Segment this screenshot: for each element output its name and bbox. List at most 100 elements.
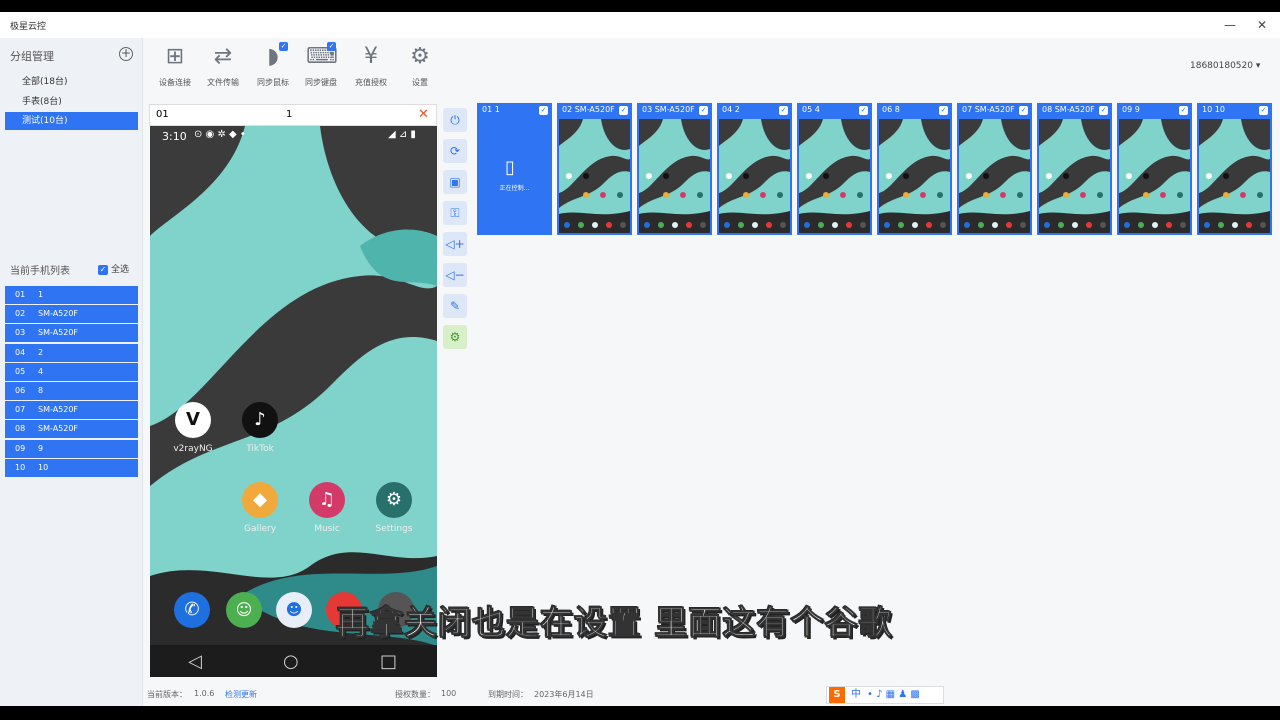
volume-down-button[interactable]: ◁− bbox=[443, 263, 467, 287]
phone-icon: ▯ bbox=[505, 157, 515, 178]
thumbnail-label: 05 4 bbox=[802, 105, 820, 114]
checkbox-icon: ✓ bbox=[98, 264, 108, 275]
device-list-row[interactable]: 02 SM-A520F bbox=[5, 305, 138, 324]
toolbar-button-1[interactable]: ⊞ 设备连接 bbox=[150, 42, 200, 88]
toolbar-button-3[interactable]: ◗ ✓ 同步鼠标 bbox=[248, 42, 298, 88]
device-name: SM-A520F bbox=[38, 309, 79, 319]
status-time: 3:10 bbox=[162, 130, 187, 143]
ime-language[interactable]: 中 bbox=[851, 687, 861, 703]
toolbar-label: 同步鼠标 bbox=[257, 78, 289, 87]
device-list-row[interactable]: 05 4 bbox=[5, 362, 138, 381]
edit-button[interactable]: ✎ bbox=[443, 294, 467, 318]
status-icons: ⊙ ◉ ✲ ◆ • bbox=[194, 129, 246, 140]
thumbnail-checkbox[interactable]: ✓ bbox=[939, 106, 948, 115]
contacts-dock-icon[interactable]: ☻ bbox=[276, 592, 312, 628]
minimize-button[interactable]: — bbox=[1219, 15, 1241, 35]
thumbnail-checkbox[interactable]: ✓ bbox=[1179, 106, 1188, 115]
back-icon[interactable]: ◁ bbox=[188, 651, 202, 672]
volume-up-button[interactable]: ◁+ bbox=[443, 232, 467, 256]
thumbnail-screen bbox=[959, 119, 1030, 233]
recents-icon[interactable]: □ bbox=[380, 651, 397, 672]
toolbar-button-2[interactable]: ⇄ 文件传输 bbox=[198, 42, 248, 88]
device-thumbnail[interactable]: 07 SM-A520F ✓ bbox=[957, 103, 1032, 235]
device-list-row[interactable]: 10 10 bbox=[5, 458, 138, 477]
device-list-row[interactable]: 03 SM-A520F bbox=[5, 324, 138, 343]
status-bar: 当前版本： 1.0.6 检测更新 授权数量： 100 到期时间： 2023年6月… bbox=[145, 684, 1280, 706]
device-name: SM-A520F bbox=[38, 405, 79, 415]
rotate-button[interactable]: ⟳ bbox=[443, 139, 467, 163]
toolbar-button-5[interactable]: ¥ 充值授权 bbox=[346, 42, 396, 88]
v2rayng-icon: V bbox=[175, 402, 211, 438]
sogou-logo-icon: S bbox=[829, 687, 845, 703]
tiktok-icon: ♪ bbox=[242, 402, 278, 438]
thumbnail-label: 02 SM-A520F bbox=[562, 105, 615, 114]
device-list-row[interactable]: 01 1 bbox=[5, 286, 138, 304]
toolbar-button-6[interactable]: ⚙ 设置 bbox=[395, 42, 445, 88]
thumbnail-checkbox[interactable]: ✓ bbox=[1259, 106, 1268, 115]
phone-screen[interactable]: 3:10 ⊙ ◉ ✲ ◆ • ◢ ⊿ ▮ V v2rayNG ♪ TikTok … bbox=[150, 126, 437, 677]
app-v2rayng[interactable]: V v2rayNG bbox=[163, 402, 223, 454]
thumbnail-screen bbox=[639, 119, 710, 233]
key-button[interactable]: ⚿ bbox=[443, 201, 467, 225]
toolbar-button-4[interactable]: ⌨ ✓ 同步键盘 bbox=[296, 42, 346, 88]
device-list-row[interactable]: 09 9 bbox=[5, 439, 138, 458]
thumbnail-checkbox[interactable]: ✓ bbox=[699, 106, 708, 115]
close-button[interactable]: ✕ bbox=[1251, 15, 1273, 35]
device-thumbnail[interactable]: 04 2 ✓ bbox=[717, 103, 792, 235]
select-all-checkbox[interactable]: ✓ 全选 bbox=[98, 262, 129, 275]
group-item-all[interactable]: 全部(18台) bbox=[5, 73, 138, 91]
thumbnail-checkbox[interactable]: ✓ bbox=[1019, 106, 1028, 115]
app-music[interactable]: ♫ Music bbox=[297, 482, 357, 534]
check-badge-icon: ✓ bbox=[327, 42, 336, 51]
check-update-link[interactable]: 检测更新 bbox=[225, 689, 257, 700]
thumbnail-label: 01 1 bbox=[482, 105, 500, 114]
video-subtitle: 再拿关闭也是在设置 里面这有个谷歌 bbox=[336, 603, 893, 643]
device-thumbnail[interactable]: 02 SM-A520F ✓ bbox=[557, 103, 632, 235]
thumbnail-checkbox[interactable]: ✓ bbox=[1099, 106, 1108, 115]
device-thumbnail[interactable]: 01 1 ✓ ▯ 正在控制... bbox=[477, 103, 552, 235]
expire-date: 2023年6月14日 bbox=[534, 690, 594, 699]
toolbar-label: 设置 bbox=[412, 78, 428, 87]
device-number: 06 bbox=[15, 385, 26, 395]
phone-dock-icon[interactable]: ✆ bbox=[174, 592, 210, 628]
device-thumbnail[interactable]: 03 SM-A520F ✓ bbox=[637, 103, 712, 235]
group-item-watch[interactable]: 手表(8台) bbox=[5, 93, 138, 111]
device-thumbnail[interactable]: 10 10 ✓ bbox=[1197, 103, 1272, 235]
thumbnail-checkbox[interactable]: ✓ bbox=[619, 106, 628, 115]
app-tiktok[interactable]: ♪ TikTok bbox=[230, 402, 290, 454]
device-thumbnail[interactable]: 08 SM-A520F ✓ bbox=[1037, 103, 1112, 235]
device-thumbnail[interactable]: 09 9 ✓ bbox=[1117, 103, 1192, 235]
thumbnail-label: 08 SM-A520F bbox=[1042, 105, 1095, 114]
home-icon[interactable]: ○ bbox=[283, 651, 299, 672]
add-group-icon[interactable]: + bbox=[119, 47, 133, 61]
device-list-row[interactable]: 06 8 bbox=[5, 381, 138, 400]
close-phone-icon[interactable]: ✕ bbox=[418, 107, 429, 122]
power-button[interactable]: ⏻ bbox=[443, 108, 467, 132]
device-list-row[interactable]: 04 2 bbox=[5, 343, 138, 362]
device-number: 10 bbox=[15, 462, 26, 472]
thumbnail-checkbox[interactable]: ✓ bbox=[859, 106, 868, 115]
device-name: 8 bbox=[38, 385, 44, 395]
ime-tools-icon[interactable]: • ♪ ▦ ♟ ▩ bbox=[867, 687, 920, 703]
device-thumbnail[interactable]: 05 4 ✓ bbox=[797, 103, 872, 235]
screenshot-button[interactable]: ▣ bbox=[443, 170, 467, 194]
device-name: 2 bbox=[38, 347, 44, 357]
gallery-icon: ◆ bbox=[242, 482, 278, 518]
keyboard-sync-icon: ⌨ ✓ bbox=[306, 42, 338, 69]
version-value: 1.0.6 bbox=[194, 689, 215, 698]
device-connect-icon: ⊞ bbox=[165, 44, 185, 69]
thumbnail-checkbox[interactable]: ✓ bbox=[539, 106, 548, 115]
ime-toolbar[interactable]: S 中 • ♪ ▦ ♟ ▩ bbox=[826, 686, 944, 704]
app-settings[interactable]: ⚙ Settings bbox=[364, 482, 424, 534]
thumbnail-screen bbox=[879, 119, 950, 233]
settings-multi-button[interactable]: ⚙ bbox=[443, 325, 467, 349]
phone-panel-header: 01 1 ✕ bbox=[149, 104, 437, 126]
device-list-row[interactable]: 08 SM-A520F bbox=[5, 420, 138, 439]
messages-dock-icon[interactable]: ☺ bbox=[226, 592, 262, 628]
thumbnail-checkbox[interactable]: ✓ bbox=[779, 106, 788, 115]
user-account-menu[interactable]: 18680180520 ▾ bbox=[1190, 61, 1260, 71]
device-list-row[interactable]: 07 SM-A520F bbox=[5, 401, 138, 420]
app-gallery[interactable]: ◆ Gallery bbox=[230, 482, 290, 534]
device-thumbnail[interactable]: 06 8 ✓ bbox=[877, 103, 952, 235]
group-item-test[interactable]: 测试(10台) bbox=[5, 112, 138, 130]
